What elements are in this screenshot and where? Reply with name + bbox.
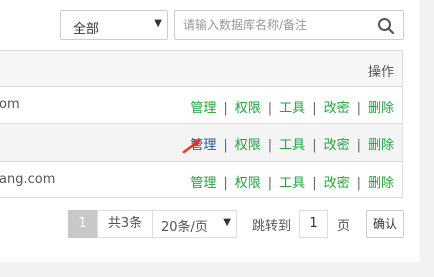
table-row: om 管理 | 权限 | 工具 | 改密 | 删除 [0,87,402,124]
permission-link[interactable]: 权限 [235,138,261,153]
separator: | [223,176,228,191]
row-actions: 管理 | 权限 | 工具 | 改密 | 删除 [190,172,394,191]
chevron-down-icon: ▼ [223,217,231,228]
table-row: ang.com 管理 | 权限 | 工具 | 改密 | 删除 [0,162,402,198]
change-password-link[interactable]: 改密 [324,176,350,191]
delete-link[interactable]: 删除 [368,176,394,191]
change-password-link[interactable]: 改密 [324,138,350,153]
database-name: ang.com [0,172,56,187]
page-unit-label: 页 [337,219,351,234]
change-password-link[interactable]: 改密 [324,101,350,116]
delete-link[interactable]: 删除 [368,101,394,116]
separator: | [312,138,317,153]
search-icon[interactable] [377,17,395,35]
type-filter-value: 全部 [73,22,100,37]
separator: | [356,101,361,116]
search-input[interactable] [183,17,373,33]
manage-link[interactable]: 管理 [190,176,216,191]
separator: | [223,101,228,116]
separator: | [356,138,361,153]
separator: | [267,138,273,153]
separator: | [312,101,317,116]
manage-link[interactable]: 管理 [190,101,216,116]
database-name: om [0,97,20,112]
tools-link[interactable]: 工具 [279,101,305,116]
table-header: 操作 [0,51,402,87]
confirm-button[interactable]: 确认 [366,210,404,238]
search-box[interactable] [174,10,404,40]
red-arrow-pointer-icon [182,139,201,154]
tools-link[interactable]: 工具 [279,176,305,191]
page-size-value: 20条/页 [161,220,208,235]
type-filter-select[interactable]: 全部 ▼ [60,10,168,40]
separator: | [223,138,228,153]
permission-link[interactable]: 权限 [235,176,261,191]
page-size-select[interactable]: 20条/页 ▼ [152,210,237,238]
jump-page-input[interactable]: 1 [299,210,328,238]
permission-link[interactable]: 权限 [235,101,261,116]
operation-column-header: 操作 [367,65,394,80]
chevron-down-icon: ▼ [154,18,162,29]
row-actions: 管理 | 权限 | 工具 | 改密 | 删除 [190,134,394,153]
tools-link[interactable]: 工具 [279,138,305,153]
delete-link[interactable]: 删除 [368,138,394,153]
total-count: 共3条 [97,210,153,238]
current-page-button[interactable]: 1 [68,210,97,238]
separator: | [267,101,273,116]
database-table: 操作 om 管理 | 权限 | 工具 | 改密 | 删除 管理 | 权限 | 工具 | 改密 | 删除 ang.… [0,50,403,198]
database-panel: 全部 ▼ 操作 om 管理 | 权限 | 工具 | 改密 | 删除 管理 | 权限 | 工具 | 改密 | 删除… [0,0,420,262]
separator: | [356,176,361,191]
separator: | [267,176,273,191]
separator: | [312,176,317,191]
row-actions: 管理 | 权限 | 工具 | 改密 | 删除 [190,97,394,116]
jump-to-label: 跳转到 [252,219,292,234]
